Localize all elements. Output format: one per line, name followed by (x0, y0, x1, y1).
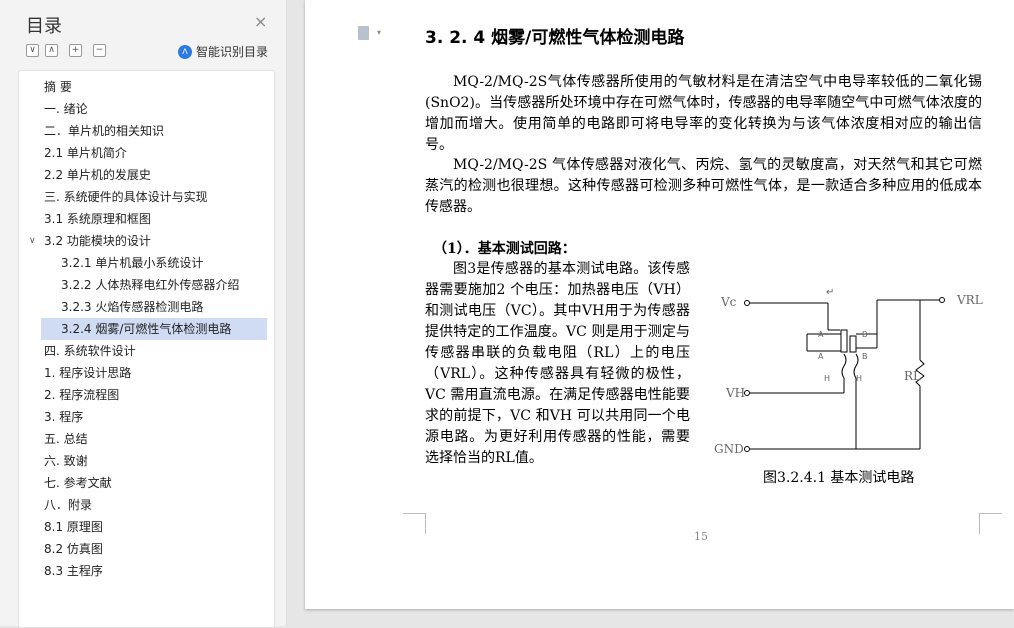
toc-item-label: 2. 程序流程图 (44, 388, 120, 402)
toc-item[interactable]: 3.2.1 单片机最小系统设计 (41, 252, 267, 274)
toc-item[interactable]: 8.2 仿真图 (19, 538, 267, 560)
toc-item[interactable]: 3. 程序 (19, 406, 267, 428)
vh-label: VH (726, 386, 746, 400)
toc-item-label: 3.2.3 火焰传感器检测电路 (61, 300, 204, 314)
toc-item[interactable]: 2.1 单片机简介 (19, 142, 267, 164)
paragraph-2: MQ-2/MQ-2S 气体传感器对液化气、丙烷、氢气的灵敏度高，对天然气和其它可… (425, 157, 982, 215)
toc-item-label: 3.1 系统原理和框图 (44, 212, 151, 226)
ai-icon: ᐱ (178, 44, 192, 59)
figure-caption: 图3.2.4.1 基本测试电路 (763, 470, 915, 486)
toc-item[interactable]: 摘 要 (19, 76, 267, 98)
toc-item-label: 摘 要 (44, 80, 72, 94)
toc-item-label: 三. 系统硬件的具体设计与实现 (44, 190, 208, 204)
toc-item-label: 2.2 单片机的发展史 (44, 168, 151, 182)
toc-item[interactable]: 一. 绪论 (19, 98, 267, 120)
toc-item-label: 二．单片机的相关知识 (44, 124, 165, 138)
toc-item[interactable]: 8.3 主程序 (19, 560, 267, 582)
paragraph-3: 图3是传感器的基本测试电路。该传感器需要施加2 个电压：加热器电压（VH）和测试… (425, 261, 690, 466)
pin-b-label: B (862, 330, 868, 339)
toc-item[interactable]: 8.1 原理图 (19, 516, 267, 538)
paragraph-1: MQ-2/MQ-2S气体传感器所使用的气敏材料是在清洁空气中电导率较低的二氧化锡… (425, 74, 982, 153)
toc-item-label: 3.2.1 单片机最小系统设计 (61, 256, 204, 270)
toc-item[interactable]: 3.1 系统原理和框图 (19, 208, 267, 230)
pin-h-label: H (824, 374, 831, 383)
expand-all-icon[interactable]: ∧ (45, 44, 58, 57)
sub-heading: （1）．基本测试回路： (433, 241, 576, 257)
toc-title: 目录 (26, 16, 62, 37)
page-corner-mark (403, 513, 426, 534)
section-heading: 3. 2. 4 烟雾/可燃性气体检测电路 (425, 28, 685, 48)
toc-item-label: 八．附录 (44, 498, 93, 512)
toc-item-label: 8.1 原理图 (44, 520, 103, 534)
toc-item[interactable]: 五. 总结 (19, 428, 267, 450)
toc-item[interactable]: 2. 程序流程图 (19, 384, 267, 406)
toc-item-label: 3.2.2 人体热释电红外传感器介绍 (61, 278, 240, 292)
vrl-label: VRL (957, 293, 983, 307)
toc-item-label: 8.2 仿真图 (44, 542, 103, 556)
toc-item[interactable]: 八．附录 (19, 494, 267, 516)
toc-item[interactable]: 四. 系统软件设计 (19, 340, 267, 362)
collapse-all-icon[interactable]: ∨ (26, 44, 39, 57)
toc-list: 摘 要一. 绪论二．单片机的相关知识 2.1 单片机简介 2.2 单片机的发展史三.… (18, 70, 275, 628)
chevron-down-icon[interactable]: ▾ (377, 28, 381, 37)
toc-item-label: 3.2 功能模块的设计 (44, 234, 151, 248)
add-heading-icon[interactable]: + (69, 44, 82, 57)
toc-item[interactable]: 3.2.3 火焰传感器检测电路 (41, 296, 267, 318)
toc-item-label: 五. 总结 (44, 432, 88, 446)
toc-item-label: 四. 系统软件设计 (44, 344, 136, 358)
toc-item-label: 七. 参考文献 (44, 476, 112, 490)
chevron-down-icon[interactable]: ∨ (29, 230, 36, 252)
toc-item[interactable]: 3.2.2 人体热释电红外传感器介绍 (41, 274, 267, 296)
basic-test-circuit-diagram (744, 297, 945, 452)
document-icon[interactable] (358, 26, 369, 40)
toc-item-label: 六. 致谢 (44, 454, 88, 468)
remove-heading-icon[interactable]: − (93, 44, 106, 57)
pin-b-label: B (862, 352, 868, 361)
close-icon[interactable]: × (254, 13, 267, 31)
pin-a-label: A (818, 352, 824, 361)
toc-item-label: 3. 程序 (44, 410, 84, 424)
paragraph-mark: ↵ (826, 287, 835, 298)
page-corner-mark (979, 513, 1002, 534)
toc-item[interactable]: 二．单片机的相关知识 (19, 120, 267, 142)
toc-item[interactable]: 3.2.4 烟雾/可燃性气体检测电路 (41, 318, 267, 340)
smart-toc-label: 智能识别目录 (196, 45, 269, 59)
gnd-label: GND (714, 442, 744, 456)
toc-item[interactable]: 三. 系统硬件的具体设计与实现 (19, 186, 267, 208)
toc-item[interactable]: 1. 程序设计思路 (19, 362, 267, 384)
toc-item[interactable]: ∨ 3.2 功能模块的设计 (19, 230, 267, 252)
toc-item-label: 3.2.4 烟雾/可燃性气体检测电路 (61, 322, 232, 336)
navigation-pane: 目录 × ∨ ∧ + − ᐱ 智能识别目录 摘 要一. 绪论二．单片机的相关知识 2.1… (0, 0, 287, 628)
pin-a-label: A (818, 330, 824, 339)
toc-item-label: 8.3 主程序 (44, 564, 103, 578)
toc-item[interactable]: 七. 参考文献 (19, 472, 267, 494)
toc-item[interactable]: 2.2 单片机的发展史 (19, 164, 267, 186)
vc-label: Vc (721, 295, 737, 309)
toc-item-label: 1. 程序设计思路 (44, 366, 132, 380)
rl-label: RL (904, 369, 922, 383)
toc-item-label: 一. 绪论 (44, 102, 88, 116)
smart-toc-button[interactable]: ᐱ 智能识别目录 (178, 43, 268, 60)
page-number: 15 (694, 530, 708, 543)
toc-item[interactable]: 六. 致谢 (19, 450, 267, 472)
pin-h-label: H (856, 374, 863, 383)
toc-item-label: 2.1 单片机简介 (44, 146, 127, 160)
